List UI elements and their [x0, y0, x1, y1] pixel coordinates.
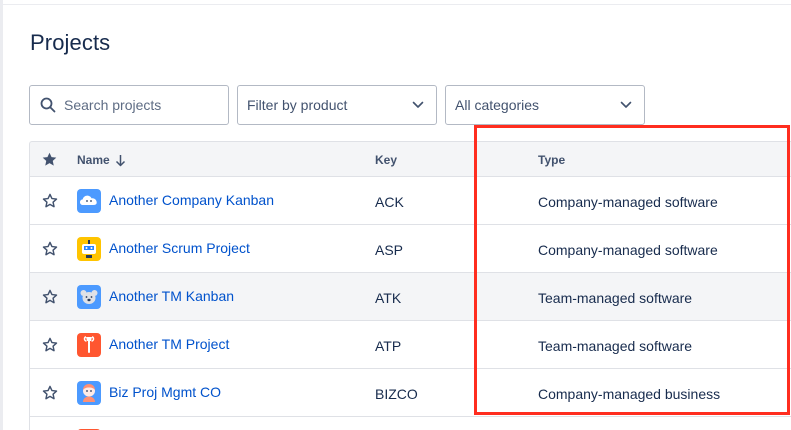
star-icon[interactable] — [41, 384, 59, 405]
column-header-key[interactable]: Key — [375, 153, 397, 167]
search-placeholder: Search projects — [64, 97, 162, 113]
project-name-link[interactable]: Another TM Kanban — [109, 288, 234, 304]
table-row: Another TM Project ATP Team-managed soft… — [29, 321, 791, 369]
page-title: Projects — [30, 30, 111, 55]
chevron-down-icon — [620, 101, 632, 109]
project-key: ASP — [375, 242, 404, 258]
project-name-link[interactable]: Biz Proj Mgmt CO — [109, 384, 221, 400]
product-filter-select[interactable]: Filter by product — [237, 85, 437, 125]
project-type: Team-managed software — [538, 338, 693, 354]
project-type: Team-managed software — [538, 290, 693, 306]
project-name-link[interactable]: Another Scrum Project — [109, 240, 250, 256]
project-key: BIZCO — [375, 386, 418, 402]
table-row — [29, 417, 791, 430]
table-row: Another TM Kanban ATK Team-managed softw… — [29, 273, 791, 321]
star-icon[interactable] — [41, 240, 59, 261]
project-type: Company-managed software — [538, 194, 718, 210]
project-key: ATK — [375, 290, 402, 306]
chevron-down-icon — [412, 101, 424, 109]
project-key: ATP — [375, 338, 402, 354]
category-filter-select[interactable]: All categories — [445, 85, 645, 125]
left-divider — [0, 0, 3, 430]
projects-table: Name Key Type Another Company Kanban ACK… — [29, 141, 791, 430]
table-row: Another Company Kanban ACK Company-manag… — [29, 177, 791, 225]
person-avatar-icon — [77, 381, 101, 405]
sort-descending-icon — [115, 154, 125, 166]
project-name-link[interactable]: Another Company Kanban — [109, 192, 274, 208]
top-divider — [0, 4, 791, 5]
star-icon[interactable] — [41, 192, 59, 213]
category-filter-label: All categories — [455, 97, 540, 113]
project-key: ACK — [375, 194, 404, 210]
project-name-link[interactable]: Another TM Project — [109, 336, 229, 352]
product-filter-label: Filter by product — [247, 97, 348, 113]
project-type: Company-managed business — [538, 386, 721, 402]
table-row: Biz Proj Mgmt CO BIZCO Company-managed b… — [29, 369, 791, 417]
column-header-name[interactable]: Name — [77, 153, 126, 167]
table-header: Name Key Type — [29, 141, 791, 177]
search-input[interactable]: Search projects — [29, 85, 229, 125]
table-row: Another Scrum Project ASP Company-manage… — [29, 225, 791, 273]
column-header-type[interactable]: Type — [538, 153, 565, 167]
cloud-avatar-icon — [77, 189, 101, 213]
project-type: Company-managed software — [538, 242, 718, 258]
koala-avatar-icon — [77, 285, 101, 309]
star-icon[interactable] — [41, 288, 59, 309]
search-icon — [40, 97, 56, 113]
starred-column-icon[interactable] — [41, 151, 58, 171]
wrench-avatar-icon — [77, 333, 101, 357]
star-icon[interactable] — [41, 336, 59, 357]
robot-avatar-icon — [77, 237, 101, 261]
